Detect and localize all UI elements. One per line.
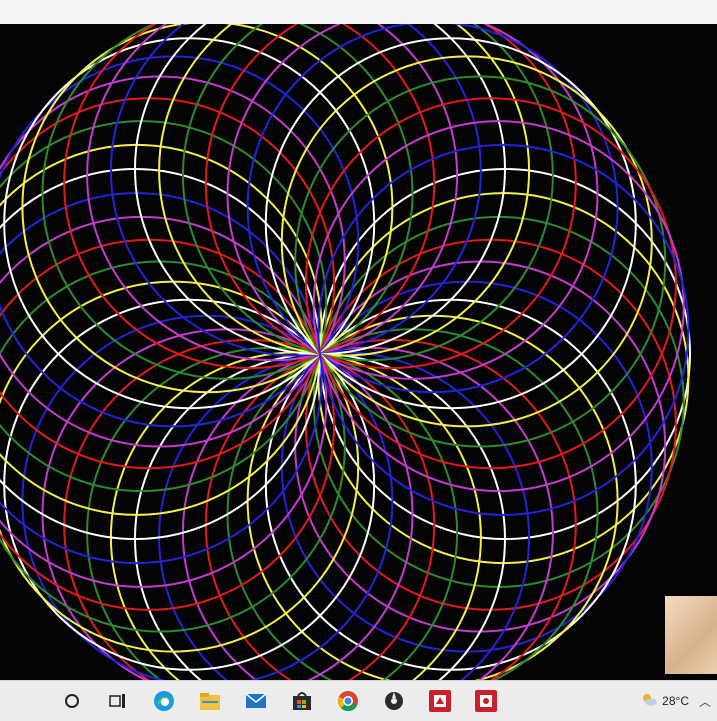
search-circle-icon[interactable] (58, 687, 86, 715)
spiro-circle (158, 24, 531, 357)
chrome-icon[interactable] (334, 687, 362, 715)
weather-temperature[interactable]: 28°C (662, 694, 689, 708)
weather-icon[interactable] (640, 690, 658, 713)
mail-icon[interactable] (242, 687, 270, 715)
store-icon[interactable] (288, 687, 316, 715)
spiro-circle (109, 24, 482, 357)
media-app-icon[interactable] (380, 687, 408, 715)
drawing-canvas (0, 24, 717, 680)
chevron-up-icon[interactable]: ︿ (699, 693, 711, 710)
red-app-icon-2[interactable] (472, 687, 500, 715)
edge-browser-icon[interactable] (150, 687, 178, 715)
paper-thumbnail (665, 596, 717, 674)
red-app-icon-1[interactable] (426, 687, 454, 715)
taskbar: 28°C ︿ (0, 680, 717, 721)
file-explorer-icon[interactable] (196, 687, 224, 715)
task-view-icon[interactable] (104, 687, 132, 715)
system-tray: 28°C ︿ (640, 681, 717, 721)
window-title-bar (0, 0, 717, 24)
spirograph-drawing (0, 24, 691, 680)
